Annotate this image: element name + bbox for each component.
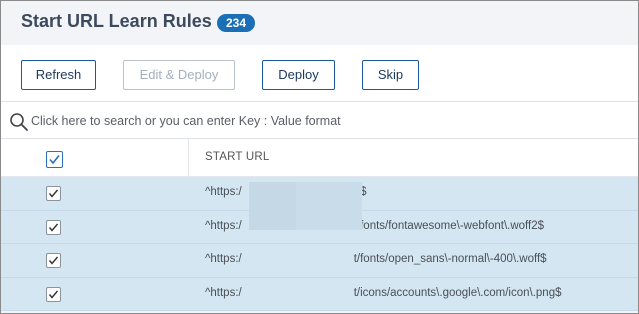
row-checkbox[interactable] [46, 219, 61, 235]
url-prefix: ^https:/ [205, 186, 242, 198]
url-prefix: ^https:/ [205, 253, 242, 265]
redaction-block [296, 182, 362, 230]
edit-deploy-button[interactable]: Edit & Deploy [123, 60, 235, 90]
url-prefix: ^https:/ [205, 286, 242, 299]
page-title: Start URL Learn Rules [21, 11, 212, 31]
row-checkbox[interactable] [46, 286, 61, 302]
column-header-start-url[interactable]: START URL [205, 151, 269, 163]
select-all-checkbox[interactable] [46, 151, 63, 168]
row-checkbox[interactable] [46, 253, 61, 268]
start-url-cell: ^https:/ t/icons/accounts\.google\.com/ic… [205, 287, 561, 299]
url-suffix: t/fonts/open_sans\-normal\-400\.woff$ [353, 253, 547, 265]
count-badge: 234 [217, 14, 255, 32]
url-suffix: t/fonts/fontawesome\-webfont\.woff2$ [353, 219, 545, 232]
search-icon [9, 112, 29, 132]
row-checkbox[interactable] [46, 186, 61, 201]
column-divider [188, 139, 189, 177]
toolbar: Refresh Edit & Deploy Deploy Skip [1, 45, 638, 101]
table-row[interactable]: ^https:/ t/icons/accounts\.google\.com/ic… [1, 277, 638, 311]
refresh-button[interactable]: Refresh [21, 60, 96, 90]
url-prefix: ^https:/ [205, 219, 242, 232]
app-frame: Start URL Learn Rules 234 Refresh Edit &… [0, 0, 639, 314]
skip-button[interactable]: Skip [362, 60, 419, 90]
start-url-cell: ^https:/ t/fonts/open_sans\-normal\-400\.… [205, 253, 547, 265]
url-suffix: t/icons/accounts\.google\.com/icon\.png$ [353, 286, 562, 299]
table-row[interactable]: ^https:/ t/fonts/open_sans\-normal\-400\.… [1, 244, 638, 278]
search-input[interactable] [31, 110, 621, 132]
deploy-button[interactable]: Deploy [262, 60, 335, 90]
page-header: Start URL Learn Rules 234 [1, 1, 638, 45]
search-bar [1, 101, 638, 139]
table-header: START URL [1, 139, 638, 177]
